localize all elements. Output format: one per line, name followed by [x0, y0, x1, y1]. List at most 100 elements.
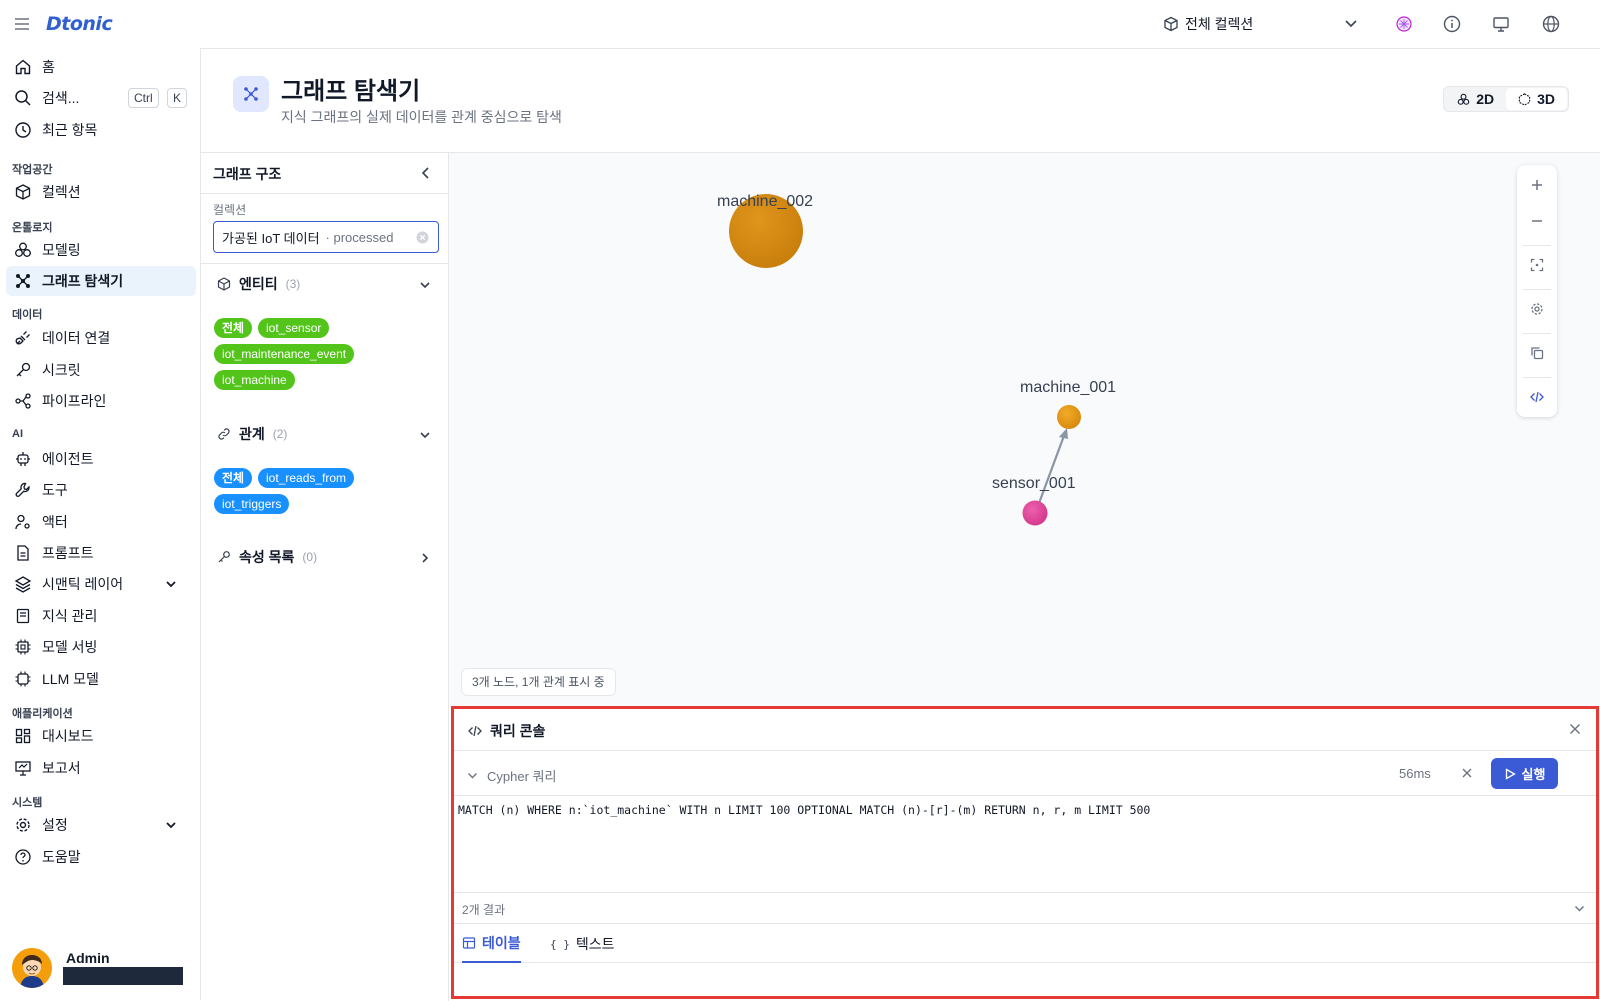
relations-label: 관계: [239, 426, 265, 442]
query-text[interactable]: MATCH (n) WHERE n:`iot_machine` WITH n L…: [458, 803, 1150, 817]
sidebar-item-agent[interactable]: 에이전트: [6, 444, 196, 474]
sidebar-item-graph-explorer[interactable]: 그래프 탐색기: [6, 266, 196, 296]
sidebar-item-report[interactable]: 보고서: [6, 753, 196, 783]
view-2d-button[interactable]: 2D: [1445, 88, 1507, 110]
sidebar-item-prompt[interactable]: 프롬프트: [6, 538, 196, 568]
sidebar-item-semantic-layer[interactable]: 시맨틱 레이어: [6, 569, 196, 599]
sidebar-item-recent[interactable]: 최근 항목: [6, 115, 196, 145]
run-query-button[interactable]: 실행: [1491, 758, 1558, 789]
graph-node-sensor-001[interactable]: [1022, 500, 1048, 526]
play-icon: [1504, 767, 1516, 780]
presentation-icon: [14, 759, 32, 777]
graph-edge[interactable]: [1036, 432, 1067, 507]
zoom-in-button[interactable]: [1517, 165, 1557, 205]
sidebar-item-dashboard[interactable]: 대시보드: [6, 721, 196, 751]
tab-text[interactable]: { } 텍스트: [550, 925, 615, 963]
menu-icon[interactable]: [12, 14, 32, 34]
query-console-toggle[interactable]: [1517, 377, 1557, 417]
zoom-out-button[interactable]: [1517, 201, 1557, 241]
robot-icon: [14, 450, 32, 468]
sidebar-item-label: 그래프 탐색기: [42, 273, 124, 289]
section-label-ontology: 온톨로지: [12, 222, 53, 234]
collection-tag: · processed: [325, 229, 394, 245]
graph-settings-button[interactable]: [1517, 289, 1557, 329]
results-header[interactable]: 2개 결과: [454, 892, 1596, 924]
chevron-down-icon[interactable]: [418, 278, 432, 292]
sidebar-item-settings[interactable]: 설정: [6, 810, 196, 840]
page-title: 그래프 탐색기: [281, 78, 421, 105]
chevron-right-icon[interactable]: [418, 551, 432, 565]
close-icon[interactable]: [1568, 722, 1582, 736]
main-content: 그래프 탐색기 지식 그래프의 실제 데이터를 관계 중심으로 탐색 2D 3D…: [200, 48, 1600, 1001]
properties-section-header[interactable]: 속성 목록 (0): [217, 547, 317, 567]
section-label-workspace: 작업공간: [12, 164, 53, 176]
sidebar: 홈 검색... Ctrl K 최근 항목 작업공간 컬렉션 온톨로지 모델링 그…: [0, 48, 200, 1000]
sidebar-item-actor[interactable]: 액터: [6, 507, 196, 537]
cube-icon: [1163, 16, 1179, 32]
entity-chip-all[interactable]: 전체: [214, 318, 253, 338]
info-icon[interactable]: [1441, 13, 1463, 35]
query-console: 쿼리 콘솔 Cypher 쿼리 56ms 실행 MATCH (n) WHERE …: [451, 706, 1599, 999]
fit-view-button[interactable]: [1517, 245, 1557, 285]
tab-table[interactable]: 테이블: [462, 925, 521, 963]
query-collapse-toggle[interactable]: Cypher 쿼리: [466, 766, 556, 785]
sidebar-item-label: 대시보드: [42, 728, 94, 744]
collection-selector[interactable]: 전체 컬렉션: [1163, 12, 1253, 36]
sidebar-item-llm-model[interactable]: LLM 모델: [6, 664, 196, 694]
sidebar-item-pipeline[interactable]: 파이프라인: [6, 386, 196, 416]
avatar[interactable]: [12, 948, 52, 988]
chevron-down-icon[interactable]: [1573, 902, 1586, 915]
relations-section-header[interactable]: 관계 (2): [217, 424, 287, 444]
query-editor[interactable]: MATCH (n) WHERE n:`iot_machine` WITH n L…: [454, 797, 1596, 892]
page-header: 그래프 탐색기 지식 그래프의 실제 데이터를 관계 중심으로 탐색 2D 3D: [201, 49, 1600, 153]
sidebar-item-data-connection[interactable]: 데이터 연결: [6, 323, 196, 353]
clear-query-icon[interactable]: [1460, 766, 1474, 780]
link-icon: [217, 427, 231, 441]
sidebar-item-model-serving[interactable]: 모델 서빙: [6, 632, 196, 662]
sidebar-item-label: 파이프라인: [42, 393, 107, 409]
code-icon: [468, 724, 482, 738]
view-3d-button[interactable]: 3D: [1506, 88, 1567, 110]
entity-chip[interactable]: iot_machine: [214, 370, 295, 390]
relation-chip[interactable]: iot_triggers: [214, 494, 290, 514]
copy-button[interactable]: [1517, 333, 1557, 373]
sidebar-item-label: 시맨틱 레이어: [42, 576, 124, 592]
chevron-down-icon: [164, 818, 178, 832]
query-toolbar: Cypher 쿼리 56ms 실행: [454, 752, 1596, 796]
chevron-down-icon[interactable]: [418, 428, 432, 442]
graph-node-machine-001[interactable]: [1057, 405, 1081, 429]
sidebar-item-label: 모델 서빙: [42, 639, 98, 655]
sidebar-item-modeling[interactable]: 모델링: [6, 235, 196, 265]
relation-chip[interactable]: iot_reads_from: [258, 468, 355, 488]
collection-select[interactable]: 가공된 IoT 데이터 · processed: [213, 221, 439, 253]
plus-icon: [1530, 178, 1544, 192]
user-profile[interactable]: Admin: [12, 948, 183, 988]
sidebar-item-secret[interactable]: 시크릿: [6, 355, 196, 385]
graph-canvas[interactable]: machine_002 machine_001 sensor_001 3개 노드…: [449, 153, 1600, 709]
sidebar-item-home[interactable]: 홈: [6, 52, 196, 82]
chevron-down-icon[interactable]: [1342, 14, 1360, 32]
graph-structure-panel: 그래프 구조 컬렉션 가공된 IoT 데이터 · processed 엔티티 (…: [201, 153, 449, 1001]
monitor-icon[interactable]: [1490, 13, 1512, 35]
sidebar-item-knowledge[interactable]: 지식 관리: [6, 601, 196, 631]
sidebar-item-label: 지식 관리: [42, 608, 98, 624]
sidebar-item-collections[interactable]: 컬렉션: [6, 177, 196, 207]
sidebar-item-label: 최근 항목: [42, 122, 98, 138]
sidebar-item-search[interactable]: 검색... Ctrl K: [6, 83, 196, 113]
sidebar-item-label: 액터: [42, 514, 68, 530]
ai-assistant-icon[interactable]: [1393, 13, 1415, 35]
properties-count: (0): [302, 550, 318, 564]
sidebar-item-help[interactable]: 도움말: [6, 842, 196, 872]
entity-chip[interactable]: iot_maintenance_event: [214, 344, 355, 364]
key-icon: [217, 550, 231, 564]
page-subtitle: 지식 그래프의 실제 데이터를 관계 중심으로 탐색: [281, 109, 562, 125]
chevron-left-icon[interactable]: [418, 165, 434, 181]
globe-icon[interactable]: [1540, 13, 1562, 35]
entity-chip[interactable]: iot_sensor: [258, 318, 330, 338]
entities-section-header[interactable]: 엔티티 (3): [217, 274, 300, 294]
sidebar-item-tool[interactable]: 도구: [6, 475, 196, 505]
clear-icon[interactable]: [416, 231, 429, 244]
app-logo[interactable]: Dtonic: [46, 13, 113, 35]
relation-chip-all[interactable]: 전체: [214, 468, 253, 488]
result-tabs: 테이블 { } 텍스트: [454, 925, 1596, 963]
